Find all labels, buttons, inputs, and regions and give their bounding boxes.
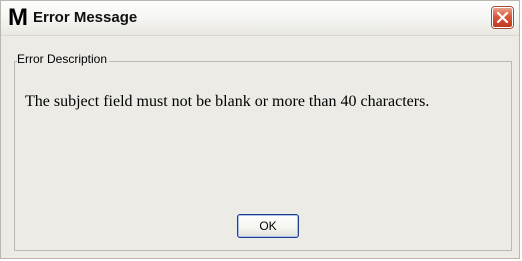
ok-button[interactable]: OK [237, 214, 299, 238]
error-description-label: Error Description [17, 52, 110, 67]
window-title: Error Message [33, 9, 138, 26]
error-dialog-window: M Error Message Error Description The su… [0, 0, 520, 259]
app-logo: M [8, 4, 28, 31]
title-bar[interactable]: M Error Message [1, 1, 519, 36]
close-button[interactable] [492, 7, 513, 28]
error-message-text: The subject field must not be blank or m… [25, 93, 430, 110]
close-x-icon [496, 11, 509, 24]
